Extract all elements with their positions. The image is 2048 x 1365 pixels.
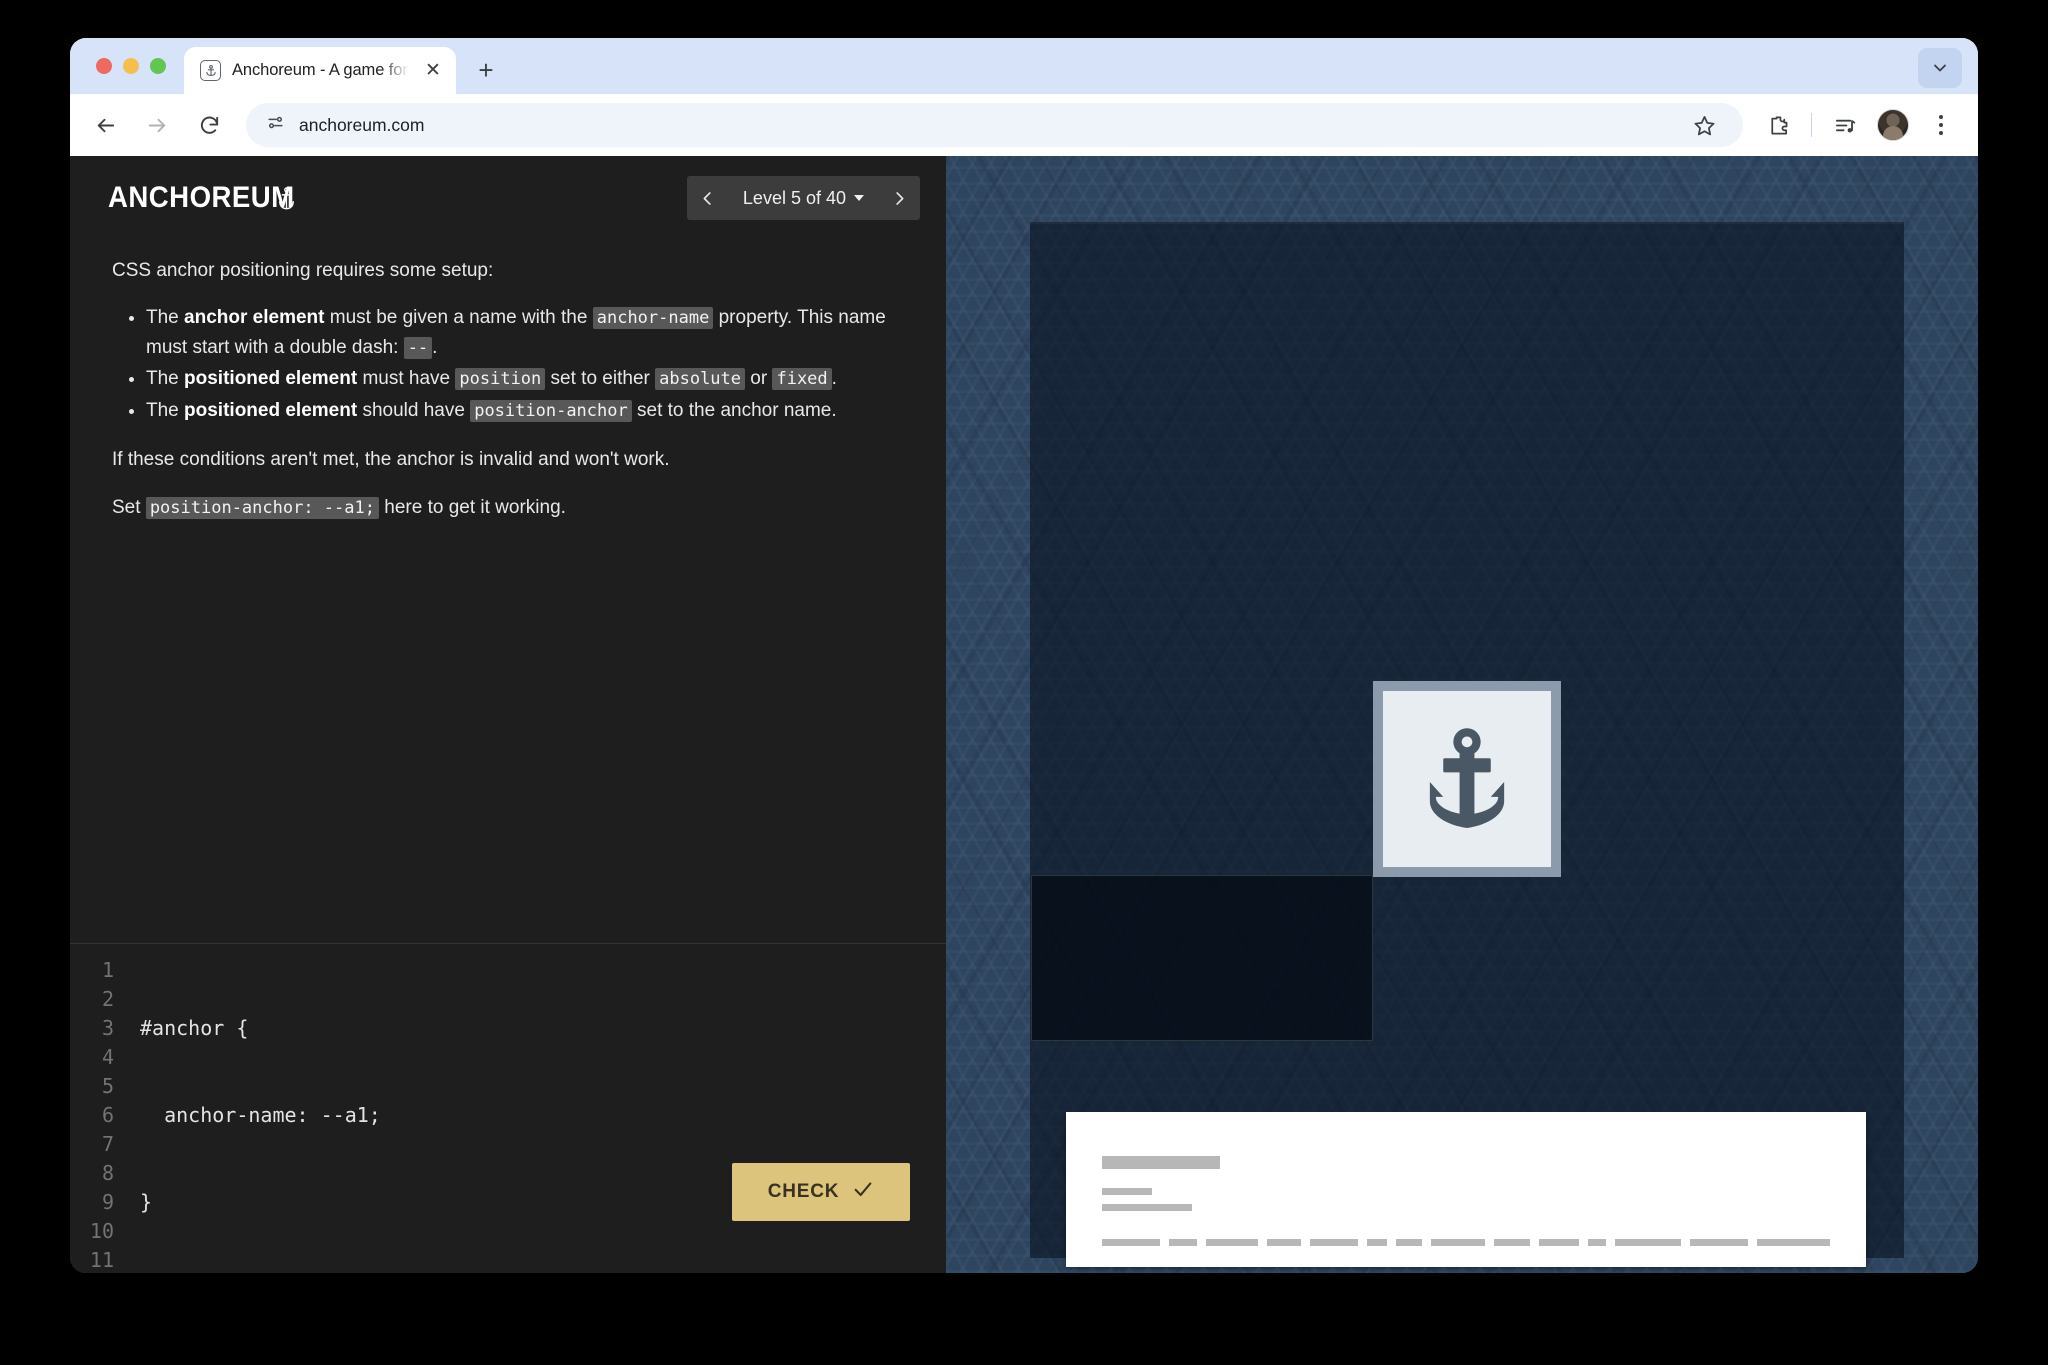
- checkmark-icon: [852, 1178, 874, 1206]
- bullet-1-pre: The: [146, 307, 185, 329]
- bullet-2-mid2: set to either: [545, 368, 656, 390]
- anchor-element[interactable]: [1373, 681, 1561, 877]
- line-number: 9: [101, 1190, 114, 1214]
- label-element: [1066, 1112, 1866, 1267]
- star-icon[interactable]: [1683, 104, 1725, 146]
- avatar[interactable]: [1872, 104, 1914, 146]
- anchor-icon: [1429, 728, 1505, 829]
- minimize-window-button[interactable]: [123, 58, 139, 74]
- tab-strip: Anchoreum - A game for learn ✕ +: [70, 38, 1978, 94]
- bullet-2-code-2: absolute: [655, 368, 746, 391]
- lesson-panel: ANCHOREUM Level 5 of 40 CSS anchor posit…: [70, 156, 946, 1273]
- new-tab-button[interactable]: +: [466, 50, 506, 90]
- bullet-2-mid3: or: [745, 368, 773, 390]
- line-number: 11: [89, 1248, 114, 1272]
- bullet-2-mid: must have: [357, 368, 456, 390]
- bullet-2-post: .: [831, 368, 837, 390]
- bullet-2-code-3: fixed: [772, 368, 832, 391]
- bullet-1-strong: anchor element: [184, 307, 325, 329]
- bullet-3-post: set to the anchor name.: [631, 399, 837, 421]
- browser-toolbar: anchoreum.com: [70, 94, 1978, 156]
- forward-arrow-icon[interactable]: [134, 102, 180, 148]
- bullet-2-pre: The: [146, 368, 185, 390]
- editor-code: #anchor { anchor-name: --a1; } #label { …: [126, 956, 946, 1273]
- level-label-text: Level 5 of 40: [742, 187, 846, 208]
- instructions-list: The anchor element must be given a name …: [112, 303, 902, 425]
- line-number: 1: [101, 958, 114, 982]
- line-number: 7: [101, 1132, 114, 1156]
- bullet-1-mid: must be given a name with the: [324, 307, 593, 329]
- task-post: here to get it working.: [378, 496, 566, 518]
- tab-search-chevron-down-icon[interactable]: [1918, 48, 1962, 88]
- address-bar[interactable]: anchoreum.com: [246, 103, 1743, 147]
- maximize-window-button[interactable]: [150, 58, 166, 74]
- window-controls: [88, 38, 178, 94]
- anchor-favicon-icon: [200, 60, 221, 81]
- skeleton-title-bar: [1102, 1156, 1220, 1169]
- editor-gutter: 1 2 3 4 5 6 7 8 9 10 11 12: [70, 956, 126, 1273]
- browser-window: Anchoreum - A game for learn ✕ +: [70, 38, 1978, 1273]
- back-arrow-icon[interactable]: [82, 102, 128, 148]
- caret-down-icon[interactable]: [854, 195, 864, 201]
- positioned-element-ghost: [1031, 875, 1373, 1041]
- instructions-note: If these conditions aren't met, the anch…: [112, 449, 670, 471]
- bullet-3-strong: positioned element: [184, 399, 358, 421]
- check-button-label: CHECK: [767, 1181, 840, 1202]
- line-number: 4: [101, 1045, 114, 1069]
- line-number: 5: [101, 1074, 114, 1098]
- reload-icon[interactable]: [186, 102, 232, 148]
- skeleton-line-medium: [1102, 1204, 1192, 1211]
- code-line: anchor-name: --a1;: [140, 1103, 381, 1127]
- skeleton-line-short: [1102, 1188, 1152, 1195]
- line-number: 6: [101, 1103, 114, 1127]
- bullet-2-strong: positioned element: [184, 368, 358, 390]
- line-number: 2: [101, 987, 114, 1011]
- bullet-3-code-1: position-anchor: [470, 399, 632, 422]
- level-selector[interactable]: Level 5 of 40: [729, 188, 878, 209]
- line-number: 3: [101, 1016, 114, 1040]
- tab-title: Anchoreum - A game for learn: [232, 61, 409, 79]
- brand-anchor-icon: [278, 187, 294, 210]
- game-board: [1030, 222, 1904, 1267]
- app-logo: ANCHOREUM: [108, 181, 295, 215]
- brand-text: ANCHOREUM: [108, 181, 295, 214]
- close-window-button[interactable]: [96, 58, 112, 74]
- instructions-intro: CSS anchor positioning requires some set…: [112, 260, 494, 281]
- three-dot-menu-icon[interactable]: [1920, 104, 1962, 146]
- code-editor[interactable]: 1 2 3 4 5 6 7 8 9 10 11 12 #anchor { anc…: [70, 943, 946, 1273]
- page-content: ANCHOREUM Level 5 of 40 CSS anchor posit…: [70, 156, 1978, 1273]
- instructions-task: Set position-anchor: --a1; here to get i…: [112, 493, 902, 522]
- puzzle-icon[interactable]: [1757, 104, 1799, 146]
- instruction-bullet-3: The positioned element should have posit…: [146, 396, 902, 425]
- line-number: 8: [101, 1161, 114, 1185]
- code-line: #anchor {: [140, 1016, 249, 1040]
- line-number: 10: [89, 1219, 114, 1243]
- instruction-bullet-1: The anchor element must be given a name …: [146, 303, 902, 362]
- game-stage: [946, 156, 1978, 1273]
- bullet-1-code-1: anchor-name: [592, 307, 714, 330]
- skeleton-text-row: [1102, 1239, 1830, 1246]
- task-pre: Set: [112, 496, 146, 518]
- playlist-music-icon[interactable]: [1824, 104, 1866, 146]
- bullet-1-code-2: --: [403, 336, 433, 359]
- app-header: ANCHOREUM Level 5 of 40: [70, 156, 946, 240]
- level-navigator: Level 5 of 40: [686, 176, 920, 220]
- bullet-2-code-1: position: [455, 368, 546, 391]
- next-level-button[interactable]: [878, 176, 920, 220]
- toolbar-divider: [1811, 113, 1812, 137]
- prev-level-button[interactable]: [687, 176, 729, 220]
- browser-tab[interactable]: Anchoreum - A game for learn ✕: [184, 47, 456, 94]
- check-button[interactable]: CHECK: [732, 1163, 910, 1221]
- bullet-3-mid: should have: [357, 399, 471, 421]
- site-settings-icon[interactable]: [266, 113, 285, 137]
- bullet-1-post: .: [432, 336, 438, 358]
- url-text[interactable]: anchoreum.com: [299, 115, 1669, 136]
- bullet-3-pre: The: [146, 399, 185, 421]
- task-code: position-anchor: --a1;: [145, 496, 379, 519]
- instruction-bullet-2: The positioned element must have positio…: [146, 364, 902, 393]
- instructions: CSS anchor positioning requires some set…: [70, 240, 946, 943]
- tab-close-icon[interactable]: ✕: [420, 58, 446, 84]
